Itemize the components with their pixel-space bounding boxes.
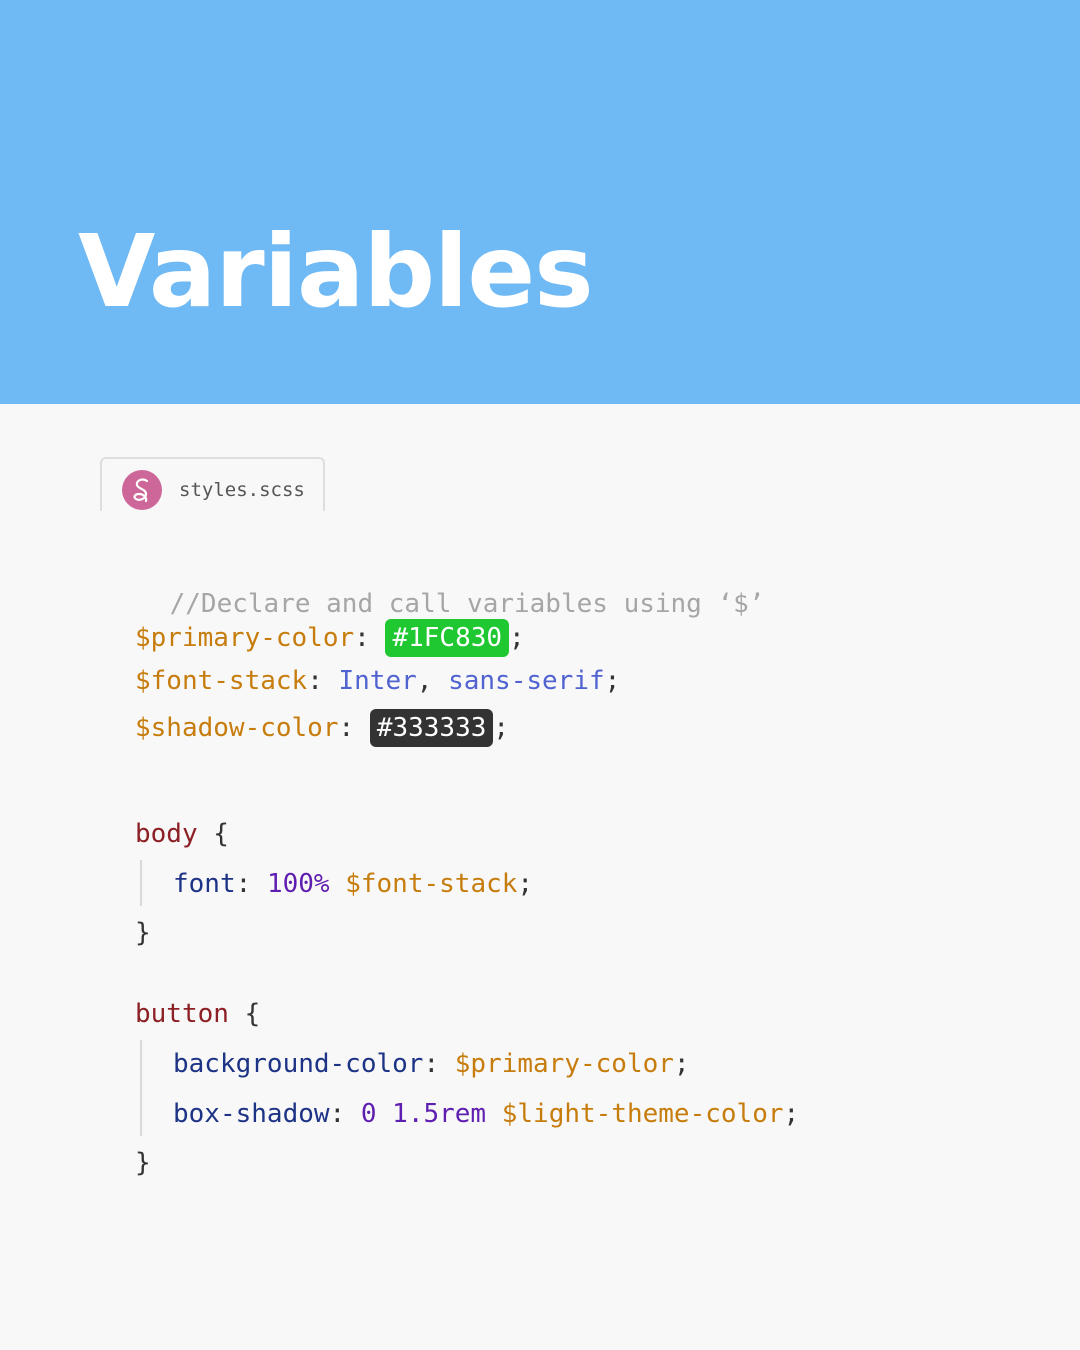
rule-selector-button: button { [135, 997, 260, 1031]
selector: button [135, 999, 229, 1029]
close-brace: } [135, 1148, 151, 1178]
color-chip-green: #1FC830 [385, 619, 510, 657]
selector: body [135, 819, 198, 849]
colon: : [329, 1099, 346, 1129]
variable-name: $font-stack [135, 666, 308, 696]
header-banner: Variables [0, 0, 1080, 404]
property: font [173, 869, 236, 899]
terminator: ; [509, 623, 525, 653]
rule-close-brace: } [135, 1146, 151, 1180]
terminator: ; [604, 666, 621, 696]
colon: : [354, 623, 370, 653]
font-value: Inter [338, 666, 417, 696]
variable-line-shadow-color: $shadow-color: #333333; [135, 709, 509, 747]
page-title: Variables [78, 213, 594, 330]
close-brace: } [135, 918, 151, 948]
color-chip-dark: #333333 [369, 709, 494, 747]
declaration-box-shadow: box-shadow: 0 1.5rem $light-theme-color; [173, 1097, 799, 1131]
variable-reference: $font-stack [345, 869, 518, 899]
number-value: 100% [266, 869, 330, 899]
property: box-shadow [173, 1099, 330, 1129]
terminator: ; [493, 713, 510, 743]
sass-icon [122, 470, 162, 510]
variable-reference: $primary-color [454, 1049, 674, 1079]
property: background-color [173, 1049, 424, 1079]
declaration-background-color: background-color: $primary-color; [173, 1047, 690, 1081]
terminator: ; [517, 869, 534, 899]
terminator: ; [783, 1099, 800, 1129]
number-value: 0 1.5rem [360, 1099, 487, 1129]
rule-close-brace: } [135, 916, 151, 950]
colon: : [423, 1049, 440, 1079]
file-name: styles.scss [179, 479, 305, 501]
variable-reference: $light-theme-color [501, 1099, 784, 1129]
declaration-font: font: 100% $font-stack; [173, 867, 533, 901]
indent-guide [140, 860, 142, 906]
open-brace: { [213, 819, 229, 849]
indent-guide [140, 1040, 142, 1136]
colon: : [338, 713, 355, 743]
rule-selector-body: body { [135, 817, 229, 851]
terminator: ; [673, 1049, 690, 1079]
colon: : [235, 869, 252, 899]
variable-name: $primary-color [135, 623, 355, 653]
comment-text: //Declare and call variables using ‘$’ [169, 589, 765, 619]
variable-name: $shadow-color [135, 713, 339, 743]
open-brace: { [244, 999, 261, 1029]
colon: : [307, 666, 323, 696]
variable-line-font-stack: $font-stack: Inter, sans-serif; [135, 664, 620, 698]
file-tab[interactable]: styles.scss [100, 457, 325, 511]
font-value: sans-serif [448, 666, 605, 696]
separator: , [416, 666, 433, 696]
variable-line-primary-color: $primary-color: #1FC830; [135, 619, 525, 657]
